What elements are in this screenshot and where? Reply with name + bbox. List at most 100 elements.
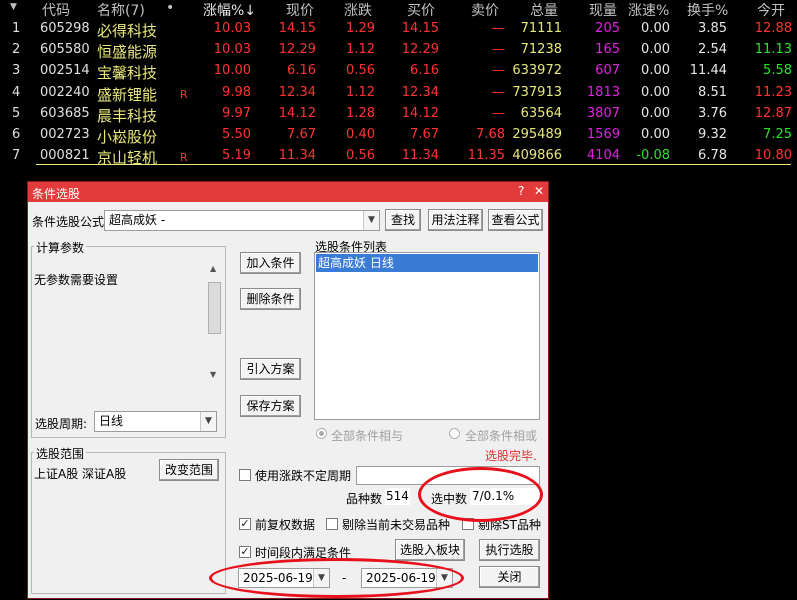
formula-select[interactable]: 超高成妖 - ▼ — [104, 210, 380, 231]
view-formula-button[interactable]: 查看公式 — [488, 209, 543, 231]
table-row[interactable]: 1 605298 必得科技 10.03 14.15 1.29 14.15 — 71111 205 0… — [0, 20, 797, 41]
uncertain-period-checkbox[interactable] — [239, 469, 251, 481]
formula-label: 条件选股公式 — [32, 215, 105, 229]
col-speed[interactable]: 涨速% — [628, 0, 669, 20]
cell-turnover: 8.51 — [698, 84, 727, 100]
add-to-block-button[interactable]: 选股入板块 — [395, 539, 465, 561]
time-range-checkbox[interactable]: ✓ — [239, 546, 251, 558]
cell-ask: — — [492, 21, 505, 36]
stock-code: 605298 — [40, 21, 90, 36]
cell-open: 7.25 — [763, 127, 792, 142]
cell-change-pct: 10.03 — [213, 42, 251, 58]
help-icon[interactable]: ? — [518, 184, 524, 198]
cell-volume: 409866 — [512, 148, 562, 164]
col-turnover[interactable]: 换手% — [687, 0, 728, 20]
scroll-thumb[interactable] — [208, 282, 221, 334]
table-row[interactable]: 2 605580 恒盛能源 10.03 12.29 1.12 12.29 — 71238 165 0… — [0, 41, 797, 62]
col-name[interactable]: 名称(7) — [97, 0, 145, 20]
dialog-title-bar[interactable]: 条件选股 ? ✕ — [28, 182, 548, 202]
cell-turnover: 3.76 — [698, 105, 727, 121]
import-plan-button[interactable]: 引入方案 — [240, 358, 301, 380]
count-value: 514 — [385, 488, 410, 505]
close-icon[interactable]: ✕ — [534, 184, 544, 198]
stock-code: 605580 — [40, 42, 90, 58]
condition-list-item[interactable]: 超高成妖 日线 — [316, 254, 538, 272]
scroll-up-icon[interactable]: ▲ — [210, 264, 216, 273]
cell-change-pct: 5.50 — [222, 127, 251, 142]
col-price[interactable]: 现价 — [286, 0, 314, 20]
cell-ask: — — [492, 105, 505, 121]
sort-arrow-icon[interactable]: ▼ — [10, 2, 17, 12]
status-text: 选股完毕. — [485, 449, 537, 463]
count-label: 品种数 — [346, 492, 383, 506]
cell-turnover: 3.85 — [698, 21, 727, 36]
stock-code: 000821 — [40, 148, 90, 164]
col-change[interactable]: 涨跌 — [344, 0, 372, 20]
cell-change: 1.28 — [346, 105, 375, 121]
add-condition-button[interactable]: 加入条件 — [240, 252, 301, 274]
cell-turnover: 9.32 — [698, 127, 727, 142]
cell-open: 5.58 — [763, 63, 792, 79]
find-button[interactable]: 查找 — [385, 209, 421, 231]
margin-flag: R — [180, 151, 188, 165]
scroll-down-icon[interactable]: ▼ — [210, 370, 216, 379]
cell-volume: 737913 — [512, 84, 562, 100]
table-row[interactable]: 4 002240 盛新锂能 R 9.98 12.34 1.12 12.34 — 737913 181… — [0, 84, 797, 105]
cell-open: 12.87 — [754, 105, 792, 121]
cell-change: 1.29 — [346, 21, 375, 36]
exclude-untraded-checkbox[interactable] — [326, 518, 338, 530]
cell-speed: -0.08 — [636, 148, 670, 164]
range-text: 上证A股 深证A股 — [34, 467, 127, 481]
cell-cur-vol: 205 — [595, 21, 620, 36]
cell-ask: — — [492, 42, 505, 58]
save-plan-button[interactable]: 保存方案 — [240, 395, 301, 417]
stock-code: 002240 — [40, 84, 90, 100]
col-bid[interactable]: 买价 — [407, 0, 435, 20]
execute-button[interactable]: 执行选股 — [479, 539, 540, 561]
pre-adjust-checkbox[interactable]: ✓ — [239, 518, 251, 530]
row-index: 7 — [12, 148, 21, 164]
cell-speed: 0.00 — [641, 63, 670, 79]
radio-and[interactable] — [316, 428, 327, 439]
change-range-button[interactable]: 改变范围 — [159, 459, 219, 481]
cell-cur-vol: 607 — [595, 63, 620, 79]
cell-change-pct: 10.03 — [213, 21, 251, 36]
col-change-pct[interactable]: 涨幅%↓ — [203, 0, 256, 20]
col-open[interactable]: 今开 — [757, 0, 785, 20]
col-dot: • — [166, 0, 175, 16]
col-ask[interactable]: 卖价 — [471, 0, 499, 20]
table-row[interactable]: 6 002723 小崧股份 5.50 7.67 0.40 7.67 7.68 295489 156… — [0, 126, 797, 147]
cell-bid: 12.29 — [401, 42, 439, 58]
condition-list[interactable]: 超高成妖 日线 — [314, 252, 540, 420]
period-select[interactable]: 日线 ▼ — [94, 411, 217, 432]
usage-notes-button[interactable]: 用法注释 — [428, 209, 483, 231]
cell-volume: 295489 — [512, 127, 562, 142]
cell-price: 14.15 — [278, 21, 316, 36]
cell-change-pct: 10.00 — [213, 63, 251, 79]
close-button[interactable]: 关闭 — [479, 566, 540, 588]
cell-change-pct: 9.98 — [222, 84, 251, 100]
cell-change-pct: 9.97 — [222, 105, 251, 121]
cell-open: 12.88 — [754, 21, 792, 36]
col-code[interactable]: 代码 — [42, 0, 70, 20]
chevron-down-icon[interactable]: ▼ — [363, 211, 379, 230]
radio-or[interactable] — [449, 428, 460, 439]
highlight-oval-selected-count — [418, 467, 543, 522]
cell-change: 1.12 — [346, 84, 375, 100]
table-row[interactable]: 3 002514 宝馨科技 10.00 6.16 0.56 6.16 — 633972 607 0.… — [0, 62, 797, 83]
cell-ask: — — [492, 63, 505, 79]
col-volume[interactable]: 总量 — [530, 0, 558, 20]
row-index: 2 — [12, 42, 21, 58]
delete-condition-button[interactable]: 删除条件 — [240, 288, 301, 310]
chevron-down-icon[interactable]: ▼ — [200, 412, 216, 431]
cell-volume: 71111 — [520, 21, 562, 36]
table-row[interactable]: 5 603685 晨丰科技 9.97 14.12 1.28 14.12 — 63564 3807 0… — [0, 105, 797, 126]
formula-value: 超高成妖 - — [109, 213, 166, 227]
params-scrollbar[interactable]: ▲ ▼ — [208, 264, 222, 382]
cell-turnover: 2.54 — [698, 42, 727, 58]
cell-speed: 0.00 — [641, 84, 670, 100]
col-cur-vol[interactable]: 现量 — [589, 0, 617, 20]
range-group-label: 选股范围 — [34, 445, 87, 462]
cell-open: 11.23 — [754, 84, 792, 100]
table-row[interactable]: 7 000821 京山轻机 R 5.19 11.34 0.56 11.34 11.35 40986… — [0, 147, 797, 168]
